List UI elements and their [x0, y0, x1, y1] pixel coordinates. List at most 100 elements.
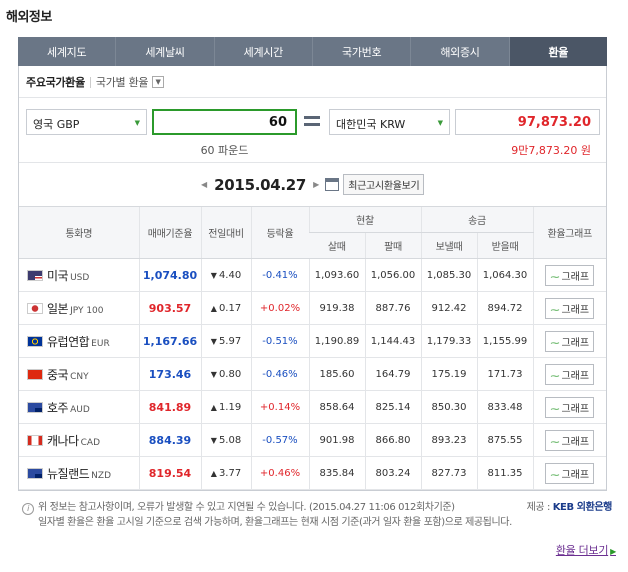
arrow-up-icon: ▲ — [210, 303, 217, 313]
currency-cell: 일본 JPY 100 — [19, 291, 139, 325]
graph-button[interactable]: ⁓ 그래프 — [545, 429, 595, 451]
chart-line-icon: ⁓ — [550, 470, 560, 481]
currency-cell: 중국 CNY — [19, 357, 139, 391]
currency-name[interactable]: 캐나다 — [47, 434, 79, 448]
calendar-icon[interactable] — [325, 178, 340, 191]
next-date-icon[interactable]: ▶ — [313, 180, 319, 189]
more-rates-link[interactable]: 환율 더보기 ▶ — [556, 542, 616, 558]
cash-sell-cell: 1,056.00 — [364, 258, 421, 292]
tab-country-code[interactable]: 국가번호 — [313, 37, 412, 66]
chevron-right-icon: ▶ — [610, 547, 616, 556]
arrow-down-icon: ▼ — [210, 369, 217, 379]
arrow-down-icon: ▼ — [210, 435, 217, 445]
flag-nz-icon — [27, 467, 43, 479]
tab-foreign-stocks[interactable]: 해외증시 — [411, 37, 510, 66]
cash-buy-cell: 835.84 — [308, 456, 365, 490]
graph-label: 그래프 — [561, 304, 590, 316]
graph-label: 그래프 — [561, 337, 590, 349]
prev-change-cell: ▼ 5.97 — [200, 324, 251, 358]
remit-receive-cell: 171.73 — [476, 357, 533, 391]
currency-name[interactable]: 뉴질랜드 — [47, 467, 90, 481]
prev-change: 1.19 — [218, 401, 242, 413]
amount-input[interactable]: 60 — [152, 109, 297, 135]
currency-code: AUD — [70, 404, 90, 415]
to-currency-label: 대한민국 KRW — [336, 118, 406, 131]
change-rate-cell: +0.14% — [250, 390, 309, 424]
header-prev-change: 전일대비 — [200, 206, 251, 259]
change-rate: +0.46% — [259, 467, 301, 479]
change-rate-cell: -0.41% — [250, 258, 309, 292]
chart-line-icon: ⁓ — [550, 437, 560, 448]
graph-label: 그래프 — [561, 436, 590, 448]
subtab-major-rates[interactable]: 주요국가환율 — [26, 74, 85, 90]
change-rate-cell: -0.46% — [250, 357, 309, 391]
divider — [19, 162, 606, 163]
tab-world-map[interactable]: 세계지도 — [18, 37, 117, 66]
result-caption: 9만7,873.20 원 — [511, 144, 591, 157]
cash-sell-cell: 1,144.43 — [364, 324, 421, 358]
graph-button[interactable]: ⁓ 그래프 — [545, 396, 595, 418]
prev-change-cell: ▲ 3.77 — [200, 456, 251, 490]
header-remit-send: 보낼때 — [420, 232, 477, 259]
date-navigator: ◀ 2015.04.27 ▶ 최근고시환율보기 — [201, 174, 425, 195]
base-rate: 173.46 — [148, 367, 192, 381]
tab-world-time[interactable]: 세계시간 — [215, 37, 313, 66]
chart-line-icon: ⁓ — [550, 305, 560, 316]
latest-rate-button[interactable]: 최근고시환율보기 — [343, 174, 425, 195]
cash-sell-cell: 803.24 — [364, 456, 421, 490]
to-currency-select[interactable]: 대한민국 KRW ▼ — [329, 109, 450, 135]
cash-buy-cell: 919.38 — [308, 291, 365, 325]
currency-name[interactable]: 호주 — [47, 401, 69, 415]
currency-cell: 유럽연합 EUR — [19, 324, 139, 358]
cash-buy-cell: 901.98 — [308, 423, 365, 457]
notes: i 위 정보는 참고사항이며, 오류가 발생할 수 있고 지연될 수 있습니다. … — [22, 500, 612, 530]
change-rate-cell: +0.46% — [250, 456, 309, 490]
currency-cell: 뉴질랜드 NZD — [19, 456, 139, 490]
tab-world-weather[interactable]: 세계날씨 — [116, 37, 215, 66]
header-currency: 통화명 — [19, 206, 139, 259]
graph-button[interactable]: ⁓ 그래프 — [545, 462, 595, 484]
base-rate: 841.89 — [148, 400, 192, 414]
graph-button[interactable]: ⁓ 그래프 — [545, 330, 595, 352]
graph-label: 그래프 — [561, 271, 590, 283]
equals-icon — [304, 116, 320, 127]
prev-date-icon[interactable]: ◀ — [201, 180, 207, 189]
header-remit: 송금 — [420, 206, 533, 233]
graph-label: 그래프 — [561, 469, 590, 481]
currency-cell: 미국 USD — [19, 258, 139, 292]
from-currency-select[interactable]: 영국 GBP ▼ — [26, 109, 147, 135]
tab-exchange-rate[interactable]: 환율 — [509, 37, 607, 66]
subtab-country-rates[interactable]: 국가별 환율 — [96, 74, 149, 90]
currency-name[interactable]: 유럽연합 — [47, 335, 90, 349]
header-cash-sell: 팔때 — [364, 232, 421, 259]
graph-button[interactable]: ⁓ 그래프 — [545, 297, 595, 319]
currency-name[interactable]: 중국 — [47, 368, 69, 382]
graph-label: 그래프 — [561, 403, 590, 415]
remit-send-cell: 1,085.30 — [420, 258, 477, 292]
flag-us-icon — [27, 269, 43, 281]
graph-button[interactable]: ⁓ 그래프 — [545, 363, 595, 385]
currency-name[interactable]: 미국 — [47, 269, 69, 283]
cash-buy-cell: 858.64 — [308, 390, 365, 424]
base-rate-cell: 173.46 — [138, 357, 201, 391]
change-rate-cell: +0.02% — [250, 291, 309, 325]
graph-cell: ⁓ 그래프 — [532, 357, 606, 391]
currency-code: EUR — [91, 338, 110, 349]
prev-change: 5.97 — [218, 335, 242, 347]
currency-name[interactable]: 일본 — [47, 302, 69, 316]
note-text-1: 위 정보는 참고사항이며, 오류가 발생할 수 있고 지연될 수 있습니다. (… — [38, 502, 455, 513]
currency-cell: 호주 AUD — [19, 390, 139, 424]
remit-receive-cell: 811.35 — [476, 456, 533, 490]
table-row: 유럽연합 EUR 1,167.66 ▼ 5.97 -0.51% 1,190.89 1… — [19, 324, 606, 358]
chevron-down-icon[interactable]: ▼ — [152, 76, 165, 88]
more-rates-label: 환율 더보기 — [555, 544, 609, 557]
base-rate-cell: 884.39 — [138, 423, 201, 457]
graph-button[interactable]: ⁓ 그래프 — [545, 264, 595, 286]
flag-eu-icon — [27, 335, 43, 347]
provider: 제공 : KEB 외환은행 — [527, 500, 613, 515]
table-row: 호주 AUD 841.89 ▲ 1.19 +0.14% 858.64 825.14 … — [19, 390, 606, 424]
from-currency-label: 영국 GBP — [33, 118, 80, 131]
conversion-result: 97,873.20 — [455, 109, 600, 135]
keb-logo: KEB 외환은행 — [552, 502, 613, 513]
base-rate: 1,167.66 — [142, 334, 198, 348]
